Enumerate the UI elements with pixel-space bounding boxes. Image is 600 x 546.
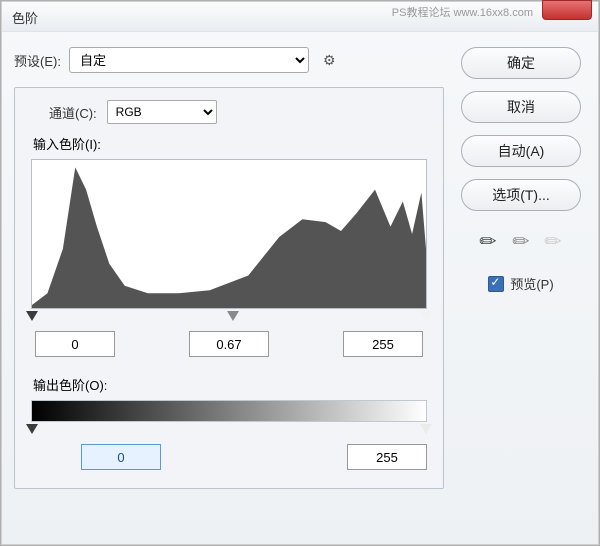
- output-slider[interactable]: [31, 424, 427, 438]
- channel-select[interactable]: RGB: [107, 100, 217, 124]
- output-levels-label: 输出色阶(O):: [33, 375, 427, 394]
- preset-select[interactable]: 自定: [69, 47, 309, 73]
- auto-button[interactable]: 自动(A): [461, 135, 581, 167]
- shadow-slider-icon[interactable]: [26, 311, 38, 321]
- eyedropper-white-icon[interactable]: ✎: [539, 227, 569, 257]
- input-slider[interactable]: [31, 311, 427, 325]
- ok-button[interactable]: 确定: [461, 47, 581, 79]
- eyedropper-gray-icon[interactable]: ✎: [506, 227, 536, 257]
- preset-label: 预设(E):: [14, 51, 61, 70]
- midtone-input[interactable]: [189, 331, 269, 357]
- watermark-text: PS教程论坛 www.16xx8.com: [392, 4, 533, 20]
- input-levels-label: 输入色阶(I):: [33, 134, 427, 153]
- highlight-slider-icon[interactable]: [420, 311, 432, 321]
- gear-icon[interactable]: ⚙: [323, 52, 336, 69]
- channel-label: 通道(C):: [49, 103, 97, 122]
- levels-group: 通道(C): RGB 输入色阶(I):: [14, 87, 444, 489]
- window-title: 色阶: [12, 11, 38, 26]
- cancel-button[interactable]: 取消: [461, 91, 581, 123]
- highlight-input[interactable]: [343, 331, 423, 357]
- output-gradient[interactable]: [31, 400, 427, 422]
- preview-checkbox[interactable]: [488, 276, 504, 292]
- eyedropper-black-icon[interactable]: ✎: [473, 227, 503, 257]
- midtone-slider-icon[interactable]: [227, 311, 239, 321]
- titlebar: 色阶 PS教程论坛 www.16xx8.com: [2, 2, 598, 32]
- shadow-input[interactable]: [35, 331, 115, 357]
- close-button[interactable]: [542, 0, 592, 20]
- options-button[interactable]: 选项(T)...: [461, 179, 581, 211]
- output-highlight-slider-icon[interactable]: [420, 424, 432, 434]
- preview-label: 预览(P): [510, 274, 553, 293]
- output-highlight-input[interactable]: [347, 444, 427, 470]
- output-shadow-slider-icon[interactable]: [26, 424, 38, 434]
- output-shadow-input[interactable]: [81, 444, 161, 470]
- histogram-chart[interactable]: [31, 159, 427, 309]
